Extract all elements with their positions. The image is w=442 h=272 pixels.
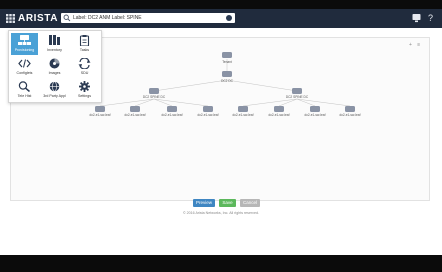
- tasks-icon: [79, 35, 90, 46]
- leaf-node[interactable]: dc2-e1-sw-leaf: [162, 106, 183, 117]
- bottom-letterbox: [0, 255, 442, 272]
- menu-item-inventory[interactable]: Inventory: [41, 33, 68, 55]
- menu-item-label: Images: [48, 71, 61, 75]
- preview-button[interactable]: Preview: [193, 199, 215, 207]
- node-label: Tenant: [222, 60, 232, 64]
- app-menu: Provisioning Inventory Tasks Configlets …: [8, 30, 102, 103]
- menu-item-settings[interactable]: Settings: [71, 79, 98, 101]
- menu-item-configlets[interactable]: Configlets: [11, 56, 38, 78]
- node-level1[interactable]: DC2 DC: [221, 71, 234, 83]
- leaf-node[interactable]: dc2-e1-sw-leaf: [198, 106, 219, 117]
- node-label: DC2 DC: [221, 79, 234, 83]
- node-label: dc2-e1-sw-leaf: [233, 113, 254, 117]
- settings-icon: [79, 81, 90, 92]
- node-label: dc2-e1-sw-leaf: [269, 113, 290, 117]
- save-button[interactable]: Save: [219, 199, 236, 207]
- node-label: DC2 SPINE DC: [286, 95, 309, 99]
- menu-item-label: 3rd Party Appl: [43, 94, 66, 98]
- menu-item-label: Tele Hist: [17, 94, 32, 98]
- node-label: dc2-e1-sw-leaf: [162, 113, 183, 117]
- menu-item-label: Tasks: [79, 48, 90, 52]
- menu-item-third-party[interactable]: 3rd Party Appl: [41, 79, 68, 101]
- menu-item-sdu[interactable]: SDU: [71, 56, 98, 78]
- leaf-node[interactable]: dc2-e1-sw-leaf: [233, 106, 254, 117]
- node-label: dc2-e1-sw-leaf: [305, 113, 326, 117]
- menu-item-label: Provisioning: [14, 48, 35, 52]
- menu-item-label: Settings: [78, 94, 91, 98]
- menu-item-label: SDU: [80, 71, 89, 75]
- node-label: DC2 SPINE DC: [143, 95, 166, 99]
- node-root[interactable]: Tenant: [222, 52, 232, 64]
- leaf-node[interactable]: dc2-e1-sw-leaf: [125, 106, 146, 117]
- leaf-node[interactable]: dc2-e1-sw-leaf: [340, 106, 361, 117]
- apps-icon: [49, 81, 60, 92]
- sdu-icon: [78, 58, 91, 69]
- menu-item-label: Inventory: [47, 48, 62, 52]
- leaf-node[interactable]: dc2-e1-sw-leaf: [90, 106, 111, 117]
- node-label: dc2-e1-sw-leaf: [340, 113, 361, 117]
- menu-item-provisioning[interactable]: Provisioning: [11, 33, 38, 55]
- images-icon: [49, 58, 60, 69]
- node-label: dc2-e1-sw-leaf: [90, 113, 111, 117]
- node-label: dc2-e1-sw-leaf: [125, 113, 146, 117]
- leaf-node[interactable]: dc2-e1-sw-leaf: [269, 106, 290, 117]
- node-label: dc2-e1-sw-leaf: [198, 113, 219, 117]
- leaf-node[interactable]: dc2-e1-sw-leaf: [305, 106, 326, 117]
- configlets-icon: [18, 59, 31, 68]
- cancel-button[interactable]: Cancel: [240, 199, 260, 207]
- inventory-icon: [49, 35, 60, 45]
- copyright-footer: © 2016 Arista Networks, Inc. All rights …: [183, 211, 259, 215]
- menu-item-telemetry[interactable]: Tele Hist: [11, 79, 38, 101]
- menu-item-tasks[interactable]: Tasks: [71, 33, 98, 55]
- menu-item-images[interactable]: Images: [41, 56, 68, 78]
- menu-item-label: Configlets: [16, 71, 33, 75]
- provisioning-icon: [18, 35, 31, 45]
- telemetry-icon: [18, 81, 30, 92]
